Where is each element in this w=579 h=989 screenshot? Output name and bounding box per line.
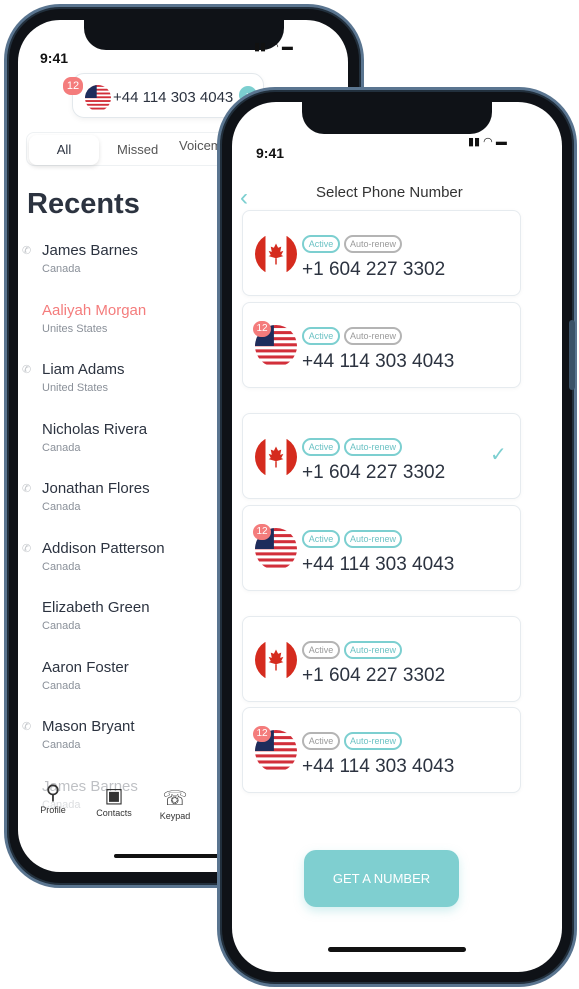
nav-label: Keypad — [159, 811, 191, 821]
unread-badge: 12 — [253, 524, 271, 540]
phone-number-card[interactable]: Active Auto-renew +1 604 227 3302 ✓ — [242, 413, 521, 499]
nav-label: Profile — [40, 805, 66, 815]
unread-badge: 12 — [63, 77, 83, 95]
contact-name: James Barnes — [42, 242, 138, 259]
contact-country: Unites States — [42, 322, 108, 335]
check-icon: ✓ — [490, 444, 507, 466]
phone-icon: ✆ — [22, 483, 32, 495]
active-tag: Active — [302, 235, 340, 253]
contact-country: Canada — [42, 679, 81, 692]
contact-name: Aaron Foster — [42, 658, 129, 676]
active-tag: Active — [302, 438, 340, 456]
phone-icon: ✆ — [22, 542, 32, 555]
canada-flag-icon — [255, 233, 297, 275]
back-chevron-icon[interactable]: ‹ — [240, 184, 248, 212]
phone-number: +44 114 303 4043 — [302, 554, 455, 575]
status-time: 9:41 — [256, 145, 285, 161]
person-icon: ⚲ — [45, 782, 61, 804]
bottom-nav: ⚲ Profile ▣ Contacts ☏ Keypad — [18, 780, 218, 840]
active-tag: Active — [302, 530, 340, 548]
active-tag: Active — [302, 641, 340, 659]
nav-keypad[interactable]: ☏ Keypad — [148, 786, 202, 821]
auto-renew-tag: Auto-renew — [344, 530, 402, 548]
nav-profile[interactable]: ⚲ Profile — [26, 780, 80, 815]
nav-contacts[interactable]: ▣ Contacts — [87, 783, 141, 818]
status-icons: ▮▮ ◠ ▬ — [468, 136, 507, 148]
phone-number-card[interactable]: 12 Active Auto-renew +44 114 303 4043 — [242, 505, 521, 591]
phone-number: +44 114 303 4043 — [302, 756, 455, 777]
contact-name: Aaliyah Morgan — [42, 301, 147, 319]
keypad-icon: ☏ — [162, 788, 188, 810]
home-indicator — [328, 947, 466, 952]
notch — [302, 102, 492, 134]
phone-icon: ✆ — [22, 364, 32, 376]
nav-label: Contacts — [96, 808, 132, 818]
contact-country: United States — [42, 382, 109, 394]
canada-flag-icon — [255, 436, 297, 478]
page-title: Select Phone Number — [316, 184, 463, 201]
contacts-icon: ▣ — [104, 785, 124, 807]
phone-number: +1 604 227 3302 — [302, 665, 446, 686]
active-tag: Active — [302, 732, 340, 750]
auto-renew-tag: Auto-renew — [344, 235, 402, 253]
unread-badge: 12 — [253, 321, 271, 337]
contact-name: Addison Patterson — [42, 539, 165, 557]
auto-renew-tag: Auto-renew — [344, 641, 402, 659]
phone-number: +44 114 303 4043 — [302, 351, 455, 372]
phone-number-card[interactable]: 12 Active Auto-renew +44 114 303 4043 — [242, 707, 521, 793]
canada-flag-icon — [255, 639, 297, 681]
auto-renew-tag: Auto-renew — [344, 327, 402, 345]
phone-number-card[interactable]: Active Auto-renew +1 604 227 3302 — [242, 616, 521, 702]
contact-name: Nicholas Rivera — [42, 420, 148, 438]
status-time: 9:41 — [40, 50, 69, 66]
auto-renew-tag: Auto-renew — [344, 438, 402, 456]
auto-renew-tag: Auto-renew — [344, 732, 402, 750]
contact-country: Canada — [42, 501, 81, 513]
contact-country: Canada — [42, 739, 81, 751]
phone-number-card[interactable]: 12 Active Auto-renew +44 114 303 4043 — [242, 302, 521, 388]
selected-number: +44 114 303 4043 — [113, 89, 234, 106]
contact-country: Canada — [42, 441, 81, 454]
get-number-button[interactable]: GET A NUMBER — [304, 850, 459, 907]
active-tag: Active — [302, 327, 340, 345]
contact-country: Canada — [42, 263, 81, 275]
us-flag-icon — [85, 85, 111, 111]
contact-country: Canada — [42, 620, 81, 632]
status-icons: ▮▮ ◠ ▬ — [254, 41, 293, 53]
tab-all[interactable]: All — [29, 135, 99, 165]
phone-number-card[interactable]: Active Auto-renew +1 604 227 3302 — [242, 210, 521, 296]
page-title: Recents — [27, 188, 140, 220]
contact-name: Jonathan Flores — [42, 480, 150, 497]
contact-name: Liam Adams — [42, 361, 125, 378]
contact-name: Elizabeth Green — [42, 599, 150, 616]
contact-country: Canada — [42, 560, 81, 573]
side-button — [569, 320, 575, 390]
contact-name: Mason Bryant — [42, 718, 135, 735]
phone-number: +1 604 227 3302 — [302, 259, 446, 280]
phone-icon: ✆ — [22, 721, 32, 733]
select-number-screen: 9:41 ▮▮ ◠ ▬ ‹ Select Phone Number Active… — [232, 102, 562, 972]
phone-number: +1 604 227 3302 — [302, 462, 446, 483]
home-indicator — [114, 854, 234, 858]
tab-missed[interactable]: Missed — [117, 142, 158, 157]
phone-icon: ✆ — [22, 245, 32, 257]
unread-badge: 12 — [253, 726, 271, 742]
